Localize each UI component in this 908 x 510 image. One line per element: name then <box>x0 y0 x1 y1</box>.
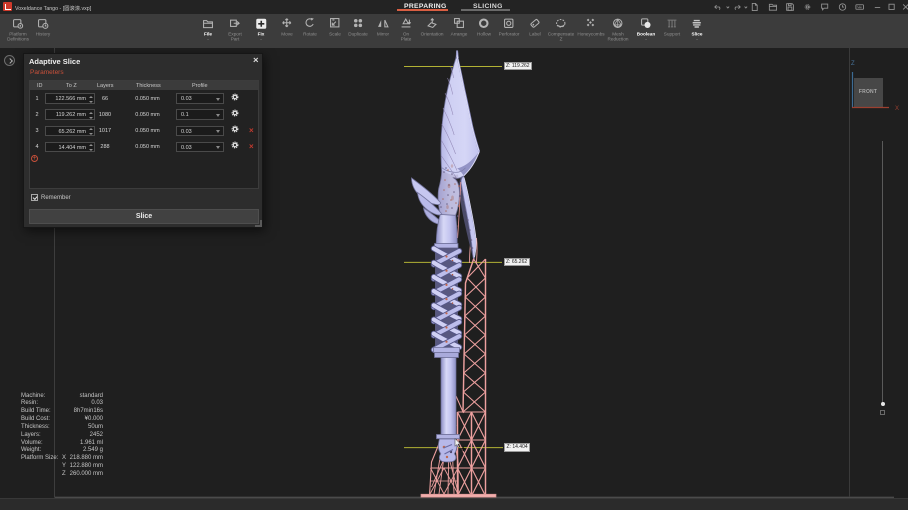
svg-text:X: X <box>895 106 899 112</box>
svg-text:Z: Z <box>851 61 855 67</box>
